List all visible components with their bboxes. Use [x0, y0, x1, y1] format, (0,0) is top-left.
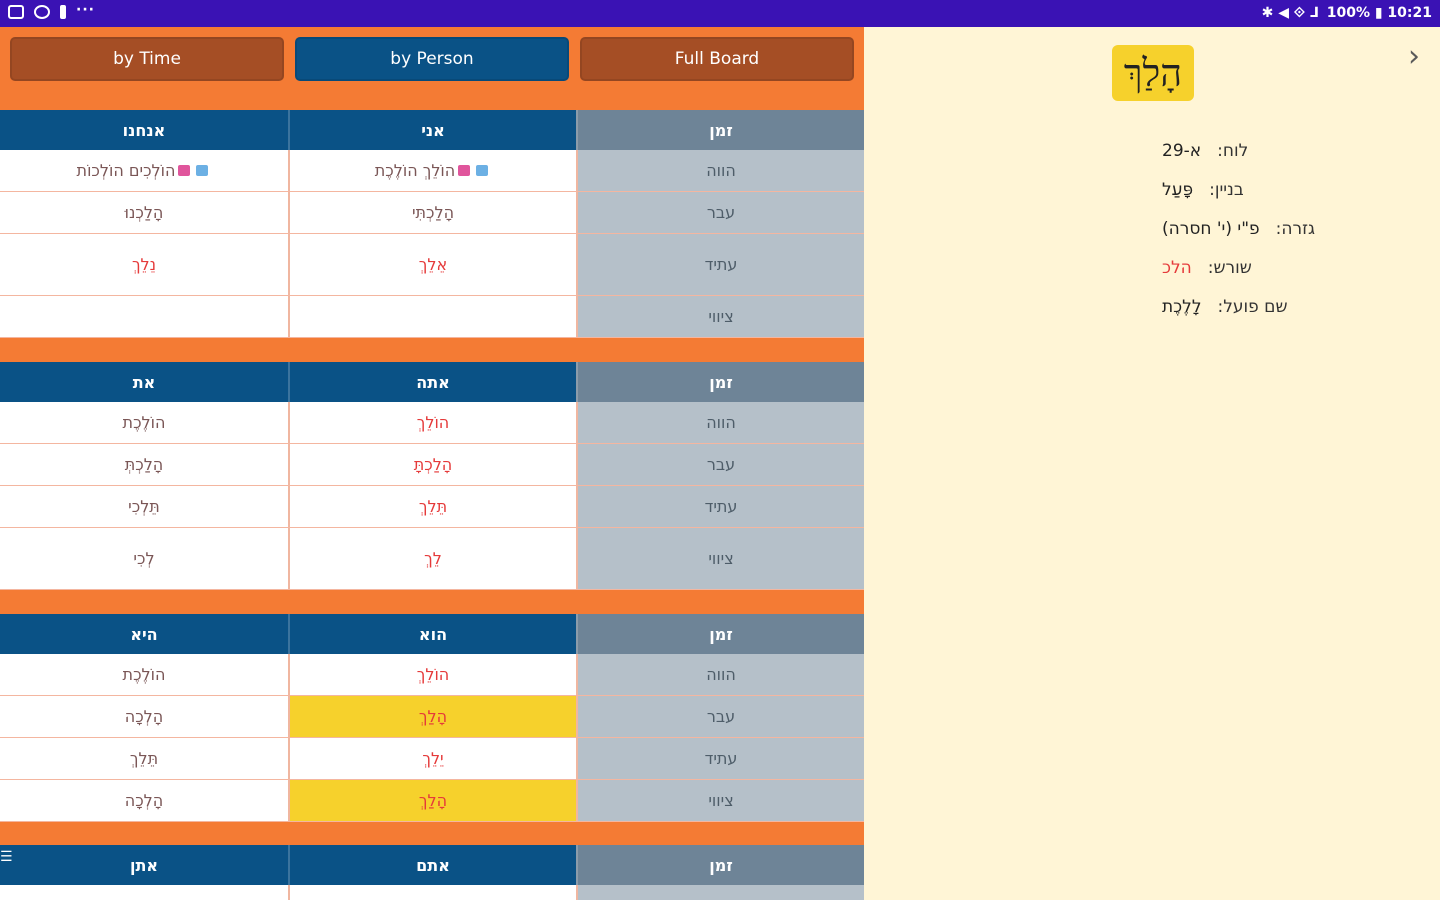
tense-label: עתיד: [576, 486, 864, 527]
table-row[interactable]: הוֹלֶכֶת הוֹלֵךְ הווה: [0, 654, 864, 696]
cell-i-present[interactable]: הוֹלֵךְ הוֹלֶכֶת: [288, 150, 576, 191]
detail-row: שורש: הלכ: [1162, 257, 1252, 278]
tense-label: עתיד: [576, 738, 864, 779]
tense-label: הווה: [576, 150, 864, 191]
alarm-icon: [34, 5, 50, 19]
by-person-button[interactable]: by Person: [295, 37, 569, 81]
cell-you-f-past[interactable]: הָלַכְתְּ: [0, 444, 288, 485]
male-icon: [476, 165, 489, 176]
by-time-button[interactable]: by Time: [10, 37, 284, 81]
header-he: הוא: [288, 614, 576, 654]
cell-you-fpl[interactable]: [0, 885, 288, 900]
detail-row: לוח: א-29: [1162, 140, 1249, 161]
tense-label: עבר: [576, 696, 864, 737]
table-row[interactable]: תֵּלְכִי תֵּלֵךְ עתיד: [0, 486, 864, 528]
verb-info-panel: › הָלַךְ לוח: א-29 בניין: פָּעַל גזרה: פ…: [864, 27, 1440, 900]
cell-he-present[interactable]: הוֹלֵךְ: [288, 654, 576, 695]
verb-title: הָלַךְ: [1112, 45, 1194, 101]
cell-you-m-imperative[interactable]: לֵךְ: [288, 528, 576, 589]
table-row[interactable]: הָלְכָה הָלַךְ עבר: [0, 696, 864, 738]
tense-label: ציווי: [576, 780, 864, 821]
cell-you-mpl[interactable]: [288, 885, 576, 900]
filter-icon[interactable]: ☰: [0, 849, 13, 865]
cell-we-present[interactable]: הוֹלְכִים הוֹלְכוֹת: [0, 150, 288, 191]
header-she: היא: [0, 614, 288, 654]
table-row[interactable]: לְכִי לֵךְ ציווי: [0, 528, 864, 590]
detail-row: גזרה: פ"י (י' חסרה): [1162, 218, 1315, 239]
battery-clock: 100% ▮ 10:21: [1326, 5, 1432, 21]
verb-details: לוח: א-29 בניין: פָּעַל גזרה: פ"י (י' חס…: [1162, 131, 1422, 326]
conjugation-table-2: את אתה זמן הוֹלֶכֶת הוֹלֵךְ הווה הָלַכְת…: [0, 362, 864, 590]
cell-you-m-future[interactable]: תֵּלֵךְ: [288, 486, 576, 527]
male-icon: [196, 165, 209, 176]
header-you-fpl: ☰ אתן: [0, 845, 288, 885]
cell-she-future[interactable]: תֵּלֵךְ: [0, 738, 288, 779]
header-time: זמן: [576, 614, 864, 654]
header-time: זמן: [576, 110, 864, 150]
cell-we-imperative[interactable]: [0, 296, 288, 337]
cell-you-m-present[interactable]: הוֹלֵךְ: [288, 402, 576, 443]
cell-he-future[interactable]: יֵלֵךְ: [288, 738, 576, 779]
status-bar: ··· ✱ ◀ ⟐ ⅃ 100% ▮ 10:21: [0, 0, 1440, 27]
gallery-icon: [8, 5, 24, 19]
cell-i-imperative[interactable]: [288, 296, 576, 337]
tense-label: עבר: [576, 192, 864, 233]
table-row[interactable]: הָלְכָה הָלַךְ ציווי: [0, 780, 864, 822]
cell-you-m-past[interactable]: הָלַכְתָּ: [288, 444, 576, 485]
header-you-m: אתה: [288, 362, 576, 402]
conjugation-panel: by Time by Person Full Board אנחנו אני ז…: [0, 27, 864, 900]
tense-label: עבר: [576, 444, 864, 485]
header-time: זמן: [576, 845, 864, 885]
header-you-mpl: אתם: [288, 845, 576, 885]
cell-she-imperative[interactable]: הָלְכָה: [0, 780, 288, 821]
header-we: אנחנו: [0, 110, 288, 150]
header-i: אני: [288, 110, 576, 150]
cell-you-f-future[interactable]: תֵּלְכִי: [0, 486, 288, 527]
conjugation-table-4: ☰ אתן אתם זמן: [0, 845, 864, 900]
conjugation-table-1: אנחנו אני זמן הוֹלְכִים הוֹלְכוֹת הוֹלֵך…: [0, 110, 864, 338]
cell-he-imperative[interactable]: הָלַךְ: [288, 780, 576, 821]
detail-row: בניין: פָּעַל: [1162, 179, 1244, 200]
tense-label: ציווי: [576, 528, 864, 589]
detail-row: שם פועל: לָלֶכֶת: [1162, 296, 1288, 317]
cell-he-past[interactable]: הָלַךְ: [288, 696, 576, 737]
conjugation-table-3: היא הוא זמן הוֹלֶכֶת הוֹלֵךְ הווה הָלְכָ…: [0, 614, 864, 822]
tense-label: הווה: [576, 402, 864, 443]
table-row[interactable]: [0, 885, 864, 900]
battery-saver-icon: [60, 5, 66, 19]
chevron-right-icon[interactable]: ›: [1408, 39, 1420, 74]
header-time: זמן: [576, 362, 864, 402]
cell-i-past[interactable]: הָלַכְתִּי: [288, 192, 576, 233]
cell-you-f-imperative[interactable]: לְכִי: [0, 528, 288, 589]
cell-she-present[interactable]: הוֹלֶכֶת: [0, 654, 288, 695]
tense-label: ציווי: [576, 296, 864, 337]
table-row[interactable]: נֵלֵךְ אֵלֵךְ עתיד: [0, 234, 864, 296]
connectivity-icons: ✱ ◀ ⟐ ⅃: [1261, 5, 1319, 21]
cell-i-future[interactable]: אֵלֵךְ: [288, 234, 576, 295]
table-row[interactable]: הוֹלְכִים הוֹלְכוֹת הוֹלֵךְ הוֹלֶכֶת הוו…: [0, 150, 864, 192]
header-you-f: את: [0, 362, 288, 402]
female-icon: [458, 165, 471, 176]
tense-label: עתיד: [576, 234, 864, 295]
full-board-button[interactable]: Full Board: [580, 37, 854, 81]
table-row[interactable]: הוֹלֶכֶת הוֹלֵךְ הווה: [0, 402, 864, 444]
cell-she-past[interactable]: הָלְכָה: [0, 696, 288, 737]
table-row[interactable]: תֵּלֵךְ יֵלֵךְ עתיד: [0, 738, 864, 780]
table-row[interactable]: הָלַכְנוּ הָלַכְתִּי עבר: [0, 192, 864, 234]
more-notifications-icon: ···: [76, 2, 95, 18]
cell-you-f-present[interactable]: הוֹלֶכֶת: [0, 402, 288, 443]
cell-we-past[interactable]: הָלַכְנוּ: [0, 192, 288, 233]
table-row[interactable]: ציווי: [0, 296, 864, 338]
tense-label: הווה: [576, 654, 864, 695]
tense-label: [576, 885, 864, 900]
female-icon: [178, 165, 191, 176]
cell-we-future[interactable]: נֵלֵךְ: [0, 234, 288, 295]
table-row[interactable]: הָלַכְתְּ הָלַכְתָּ עבר: [0, 444, 864, 486]
